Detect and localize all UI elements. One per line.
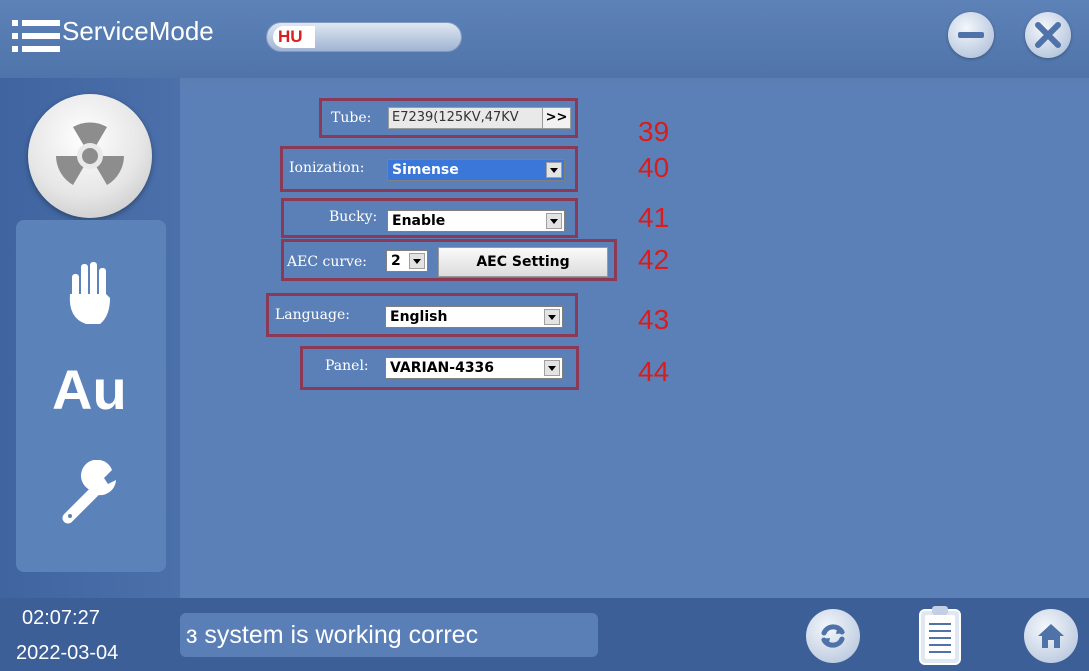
ionization-value: Simense xyxy=(392,162,459,178)
clock-date: 2022-03-04 xyxy=(16,642,119,664)
bucky-row: Bucky: Enable xyxy=(281,198,578,238)
bucky-label: Bucky: xyxy=(329,209,378,225)
annotation-number: 43 xyxy=(638,304,670,335)
bucky-select[interactable]: Enable xyxy=(387,210,565,232)
sidebar: Au xyxy=(0,78,180,598)
chevron-down-icon[interactable] xyxy=(409,253,425,269)
annotation-number: 39 xyxy=(638,116,670,147)
panel-label: Panel: xyxy=(325,358,369,374)
language-select[interactable]: English xyxy=(385,306,563,328)
menu-icon[interactable] xyxy=(12,18,60,54)
ionization-select[interactable]: Simense xyxy=(387,159,565,181)
annotation-number: 42 xyxy=(638,244,670,275)
annotation-number: 40 xyxy=(638,152,670,183)
language-label: Language: xyxy=(275,307,350,323)
aec-curve-select[interactable]: 2 xyxy=(386,250,428,272)
panel-row: Panel: VARIAN-4336 xyxy=(300,346,579,390)
title-bar: ServiceMode HU xyxy=(0,0,1089,78)
panel-value: VARIAN-4336 xyxy=(390,360,495,376)
tube-row: Tube: E7239(125KV,47KV >> xyxy=(319,98,578,138)
bucky-value: Enable xyxy=(392,213,446,229)
hand-icon[interactable] xyxy=(66,258,114,328)
aec-label: AEC curve: xyxy=(287,254,367,270)
radiation-icon[interactable] xyxy=(28,94,152,218)
annotation-number: 41 xyxy=(638,202,670,233)
language-row: Language: English xyxy=(266,293,578,337)
ionization-label: Ionization: xyxy=(289,160,365,176)
chevron-down-icon[interactable] xyxy=(546,213,562,229)
language-value: English xyxy=(390,309,448,325)
clock-time: 02:07:27 xyxy=(22,607,100,629)
chevron-down-icon[interactable] xyxy=(544,360,560,376)
aec-setting-button[interactable]: AEC Setting xyxy=(438,247,608,277)
wrench-icon[interactable] xyxy=(60,460,124,524)
hu-indicator[interactable]: HU xyxy=(266,22,462,52)
refresh-icon[interactable] xyxy=(806,609,860,663)
au-icon[interactable]: Au xyxy=(52,360,127,420)
ionization-row: Ionization: Simense xyxy=(280,146,578,192)
panel-select[interactable]: VARIAN-4336 xyxy=(385,357,563,379)
close-icon[interactable] xyxy=(1025,12,1071,58)
settings-panel: Tube: E7239(125KV,47KV >> 39 Ionization:… xyxy=(180,84,1089,598)
aec-curve-value: 2 xyxy=(391,253,401,269)
sidebar-panel: Au xyxy=(16,220,166,572)
aec-row: AEC curve: 2 AEC Setting xyxy=(281,239,617,281)
tube-more-button[interactable]: >> xyxy=(542,108,570,128)
hu-label: HU xyxy=(273,26,315,48)
tube-field[interactable]: E7239(125KV,47KV >> xyxy=(388,107,571,129)
home-icon[interactable] xyxy=(1024,609,1078,663)
status-bar: 02:07:27 2022-03-04 ɜ system is working … xyxy=(0,598,1089,671)
status-message: ɜ system is working correc xyxy=(180,613,598,657)
minimize-icon[interactable] xyxy=(948,12,994,58)
annotation-number: 44 xyxy=(638,356,670,387)
chevron-down-icon[interactable] xyxy=(544,309,560,325)
clipboard-icon[interactable] xyxy=(918,604,962,666)
tube-value: E7239(125KV,47KV xyxy=(392,110,519,125)
app-title: ServiceMode xyxy=(62,16,214,46)
tube-label: Tube: xyxy=(331,110,372,126)
chevron-down-icon[interactable] xyxy=(546,162,562,178)
